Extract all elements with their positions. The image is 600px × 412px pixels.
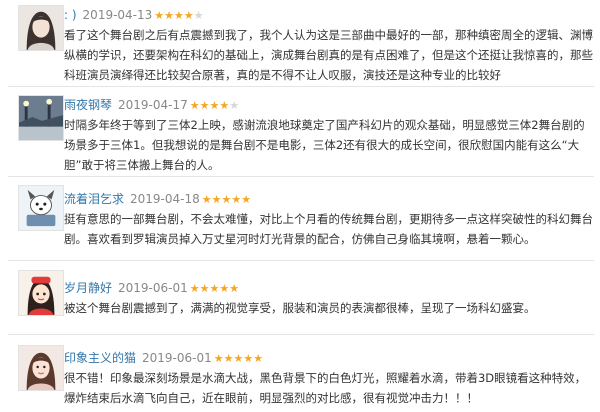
star-filled-icon: ★ bbox=[209, 99, 220, 112]
star-filled-icon: ★ bbox=[211, 193, 222, 206]
star-filled-icon: ★ bbox=[189, 282, 200, 295]
username-link[interactable]: : ) bbox=[64, 8, 77, 22]
review-text: 挺有意思的一部舞台剧，不会太难懂，对比上个月看的传统舞台剧，更期待多一点这样突破… bbox=[64, 212, 593, 246]
review-meta: 岁月静好 2019-06-01 ★★★★★ bbox=[64, 280, 239, 297]
review-date: 2019-04-17 bbox=[118, 98, 188, 112]
review-meta: 雨夜钢琴 2019-04-17 ★★★★★ bbox=[64, 97, 239, 114]
review-meta: 印象主义的猫 2019-06-01 ★★★★★ bbox=[64, 350, 263, 367]
review-date: 2019-06-01 bbox=[142, 351, 212, 365]
cartoon-dog-icon[interactable] bbox=[18, 185, 64, 231]
star-filled-icon: ★ bbox=[241, 193, 252, 206]
rating-stars: ★★★★★ bbox=[202, 193, 251, 206]
girl-portrait-icon[interactable] bbox=[18, 5, 64, 51]
star-filled-icon: ★ bbox=[164, 9, 175, 22]
star-empty-icon: ★ bbox=[193, 9, 204, 22]
divider bbox=[8, 334, 594, 335]
star-empty-icon: ★ bbox=[229, 99, 240, 112]
review-text: 时隔多年终于等到了三体2上映，感谢流浪地球奠定了国产科幻片的观众基础，明显感觉三… bbox=[64, 118, 585, 172]
star-filled-icon: ★ bbox=[231, 193, 242, 206]
star-filled-icon: ★ bbox=[243, 352, 254, 365]
star-filled-icon: ★ bbox=[219, 282, 230, 295]
star-filled-icon: ★ bbox=[199, 99, 210, 112]
star-filled-icon: ★ bbox=[201, 193, 212, 206]
night-street-icon[interactable] bbox=[18, 95, 64, 141]
rating-stars: ★★★★★ bbox=[214, 352, 263, 365]
star-filled-icon: ★ bbox=[221, 193, 232, 206]
review-meta: : ) 2019-04-13 ★★★★★ bbox=[64, 7, 204, 24]
review-text: 很不错！印象最深刻场景是水滴大战，黑色背景下的白色灯光，照耀着水滴，带着3D眼镜… bbox=[64, 371, 587, 405]
divider bbox=[8, 86, 594, 87]
star-filled-icon: ★ bbox=[174, 9, 184, 22]
review-date: 2019-04-13 bbox=[82, 8, 153, 22]
star-filled-icon: ★ bbox=[213, 352, 224, 365]
rating-stars: ★★★★★ bbox=[154, 9, 203, 22]
divider bbox=[8, 260, 594, 261]
review-text: 看了这个舞台剧之后有点震撼到我了，我个人认为这是三部曲中最好的一部，那种缜密周全… bbox=[64, 28, 593, 82]
girl-selfie-icon[interactable] bbox=[18, 345, 64, 391]
rating-stars: ★★★★★ bbox=[190, 99, 239, 112]
review-date: 2019-06-01 bbox=[118, 281, 188, 295]
username-link[interactable]: 岁月静好 bbox=[64, 281, 112, 295]
cartoon-girl-icon[interactable] bbox=[18, 270, 64, 316]
star-filled-icon: ★ bbox=[199, 282, 210, 295]
star-filled-icon: ★ bbox=[253, 352, 264, 365]
star-filled-icon: ★ bbox=[229, 282, 240, 295]
username-link[interactable]: 印象主义的猫 bbox=[64, 351, 136, 365]
star-filled-icon: ★ bbox=[223, 352, 234, 365]
review-date: 2019-04-18 bbox=[130, 192, 200, 206]
divider bbox=[8, 176, 594, 177]
username-link[interactable]: 流着泪乞求 bbox=[64, 192, 124, 206]
star-filled-icon: ★ bbox=[183, 9, 194, 22]
star-filled-icon: ★ bbox=[233, 352, 244, 365]
rating-stars: ★★★★★ bbox=[190, 282, 239, 295]
star-filled-icon: ★ bbox=[189, 99, 200, 112]
star-filled-icon: ★ bbox=[154, 9, 165, 22]
review-text: 被这个舞台剧震撼到了，满满的视觉享受，服装和演员的表演都很棒，呈现了一场科幻盛宴… bbox=[64, 301, 536, 315]
review-meta: 流着泪乞求 2019-04-18 ★★★★★ bbox=[64, 191, 251, 208]
star-filled-icon: ★ bbox=[219, 99, 230, 112]
username-link[interactable]: 雨夜钢琴 bbox=[64, 98, 112, 112]
star-filled-icon: ★ bbox=[209, 282, 220, 295]
